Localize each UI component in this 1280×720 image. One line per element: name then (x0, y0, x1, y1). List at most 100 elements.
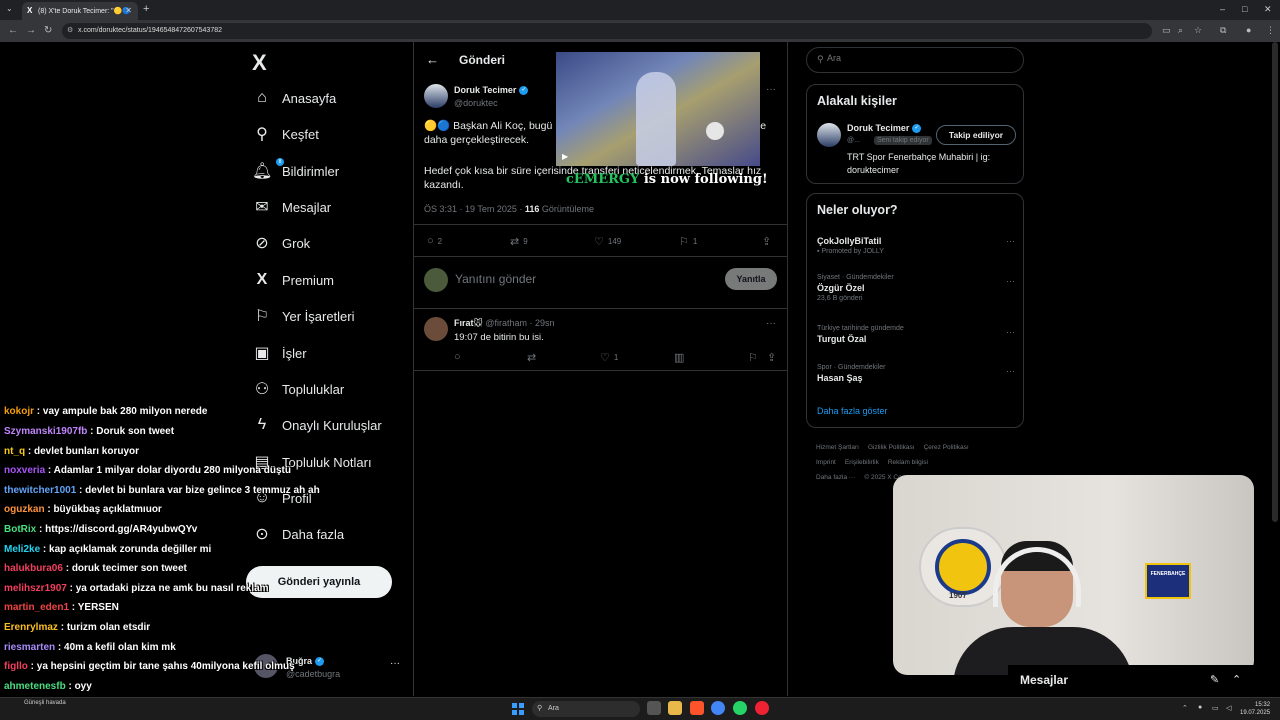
browser-tab[interactable]: X (8) X'te Doruk Tecimer: "🟡🔵 ✕ (22, 2, 138, 20)
footer-link[interactable]: Hizmet Şartları (816, 444, 859, 451)
nav-item-home[interactable]: ⌂ Anasayfa (252, 84, 336, 112)
star-icon[interactable]: ☆ (1194, 25, 1202, 36)
volume-icon[interactable]: ◁ (1226, 704, 1231, 712)
brave-icon[interactable] (690, 701, 704, 715)
chat-username[interactable]: ahmetenesfb (4, 681, 66, 692)
footer-link[interactable]: Daha fazla ··· (816, 474, 855, 481)
tray-chevron-icon[interactable]: ⌃ (1182, 704, 1188, 712)
chat-username[interactable]: oguzkan (4, 504, 45, 515)
show-more-link[interactable]: Daha fazla göster (817, 406, 888, 416)
reply-button[interactable]: Yanıtla (725, 268, 777, 290)
close-window-button[interactable]: ✕ (1264, 4, 1272, 15)
new-tab-button[interactable]: + (143, 3, 149, 15)
comment-author[interactable]: Fırat🐭 @firatham · 29sn (454, 318, 555, 329)
chat-username[interactable]: Meli2ke (4, 544, 40, 555)
more-dots-icon[interactable]: ··· (766, 84, 776, 95)
clock[interactable]: 15:32 19.07.2025 (1240, 701, 1270, 717)
tweet-author[interactable]: Doruk Tecimer ✓ (454, 85, 529, 96)
reload-icon[interactable]: ↻ (44, 25, 52, 36)
chat-username[interactable]: nt_q (4, 446, 25, 457)
url-bar[interactable]: ⚙ x.com/doruktec/status/1946548472607543… (62, 23, 1152, 39)
weather-widget[interactable]: Güneşli havada (24, 700, 66, 706)
nav-item-more[interactable]: ⊙ Daha fazla (252, 520, 344, 548)
task-view-icon[interactable] (647, 701, 661, 715)
chrome-icon[interactable] (711, 701, 725, 715)
file-explorer-icon[interactable] (668, 701, 682, 715)
windows-start-icon[interactable] (512, 703, 524, 715)
nav-item-premium[interactable]: X Premium (252, 266, 334, 294)
mic-icon[interactable]: ● (1198, 704, 1202, 711)
chat-username[interactable]: kokojr (4, 406, 34, 417)
maximize-button[interactable]: □ (1242, 4, 1247, 14)
app-icon[interactable] (755, 701, 769, 715)
nav-item-grok[interactable]: ⊘ Grok (252, 229, 310, 257)
nav-item-verified-orgs[interactable]: ϟ Onaylı Kuruluşlar (252, 411, 382, 439)
trend-item[interactable]: Türkiye tarihinde gündemde Turgut Özal ·… (817, 325, 1015, 344)
minimize-button[interactable]: – (1220, 4, 1225, 14)
footer-link[interactable]: Erişilebilirlik (845, 459, 879, 466)
trend-item[interactable]: Siyaset · Gündemdekiler Özgür Özel 23,6 … (817, 274, 1015, 302)
search-input[interactable] (827, 53, 1007, 63)
following-button[interactable]: Takip ediliyor (936, 125, 1016, 145)
cast-icon[interactable]: ▭ (1162, 25, 1171, 36)
bookmark-action[interactable]: ⚐ (748, 351, 762, 364)
repost-action[interactable]: ⇄ (527, 351, 540, 364)
x-logo-icon[interactable]: X (252, 50, 267, 76)
reply-action[interactable]: ○ (454, 351, 465, 363)
nav-item-notifications[interactable]: 🔔︎ 8 Bildirimler (252, 157, 339, 185)
site-info-icon[interactable]: ⚙ (67, 26, 73, 34)
more-dots-icon[interactable]: ··· (766, 318, 776, 329)
extensions-icon[interactable]: ⧉ (1220, 25, 1226, 36)
more-dots-icon[interactable]: ··· (1006, 236, 1015, 246)
nav-item-communities[interactable]: ⚇ Topluluklar (252, 375, 344, 403)
back-arrow-icon[interactable]: ← (426, 52, 439, 67)
tweet-handle[interactable]: @doruktec (454, 98, 498, 108)
footer-link[interactable]: Reklam bilgisi (888, 459, 928, 466)
whatsapp-icon[interactable] (733, 701, 747, 715)
compose-message-icon[interactable]: ✎ (1210, 673, 1219, 686)
back-arrow-icon[interactable]: ← (8, 25, 18, 36)
tab-list-icon[interactable]: ⌄ (6, 4, 13, 13)
profile-icon[interactable]: ● (1246, 25, 1251, 35)
more-dots-icon[interactable]: ··· (1006, 276, 1015, 286)
chat-username[interactable]: martin_eden1 (4, 602, 69, 613)
like-action[interactable]: ♡ 149 (594, 235, 621, 248)
footer-link[interactable]: Gizlilik Politikası (868, 444, 915, 451)
share-action[interactable]: ⇪ (767, 351, 780, 364)
zoom-icon[interactable]: ⌕ (1178, 25, 1183, 36)
more-dots-icon[interactable]: ··· (1006, 327, 1015, 337)
nav-item-messages[interactable]: ✉ Mesajlar (252, 193, 331, 221)
avatar[interactable] (424, 317, 448, 341)
taskbar-search[interactable]: ⚲ Ara (532, 701, 640, 717)
reply-action[interactable]: ○ 2 (427, 235, 442, 247)
search-box[interactable]: ⚲ (806, 47, 1024, 73)
chat-username[interactable]: figllo (4, 661, 28, 672)
repost-action[interactable]: ⇄ 9 (510, 235, 528, 248)
nav-item-explore[interactable]: ⚲ Keşfet (252, 120, 319, 148)
avatar[interactable] (817, 123, 841, 147)
more-dots-icon[interactable]: ··· (1006, 366, 1015, 376)
person-name[interactable]: Doruk Tecimer ✓ (847, 123, 922, 134)
chat-username[interactable]: Erenrylmaz (4, 622, 58, 633)
chat-username[interactable]: halukbura06 (4, 563, 63, 574)
trend-item[interactable]: Spor · Gündemdekiler Hasan Şaş ··· (817, 364, 1015, 383)
like-action[interactable]: ♡ 1 (600, 351, 618, 364)
chat-username[interactable]: thewitcher1001 (4, 485, 76, 496)
forward-arrow-icon[interactable]: → (26, 25, 36, 36)
views-action[interactable]: ▥ (674, 351, 688, 364)
nav-item-jobs[interactable]: ▣ İşler (252, 339, 306, 367)
menu-icon[interactable]: ⋮ (1266, 25, 1275, 36)
chevron-up-icon[interactable]: ⌃ (1232, 673, 1241, 686)
scrollbar[interactable] (1272, 42, 1278, 522)
messages-drawer[interactable]: Mesajlar ✎ ⌃ (1008, 665, 1258, 695)
network-icon[interactable]: ▭ (1212, 704, 1219, 712)
chat-username[interactable]: noxveria (4, 465, 45, 476)
avatar[interactable] (424, 84, 448, 108)
chat-username[interactable]: riesmarten (4, 642, 55, 653)
nav-item-bookmarks[interactable]: ⚐ Yer İşaretleri (252, 302, 355, 330)
trend-item[interactable]: ÇokJollyBiTatil ▪ Promoted by JOLLY ··· (817, 234, 1015, 255)
bookmark-action[interactable]: ⚐ 1 (679, 235, 697, 248)
chat-username[interactable]: Szymanski1907fb (4, 426, 87, 437)
footer-link[interactable]: Çerez Politikası (924, 444, 969, 451)
more-dots-icon[interactable]: ··· (390, 658, 400, 669)
